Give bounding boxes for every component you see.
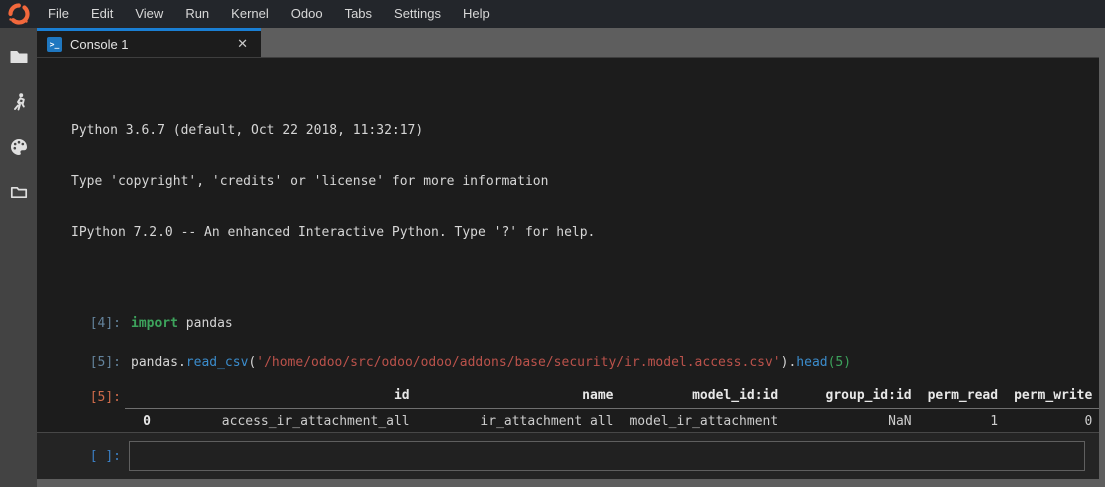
menu-tabs[interactable]: Tabs xyxy=(334,0,383,28)
col-header-group-id: group_id:id xyxy=(786,387,919,409)
menu-run[interactable]: Run xyxy=(174,0,220,28)
input-prompt: [4]: xyxy=(37,315,121,332)
dataframe-header: id name model_id:id group_id:id perm_rea… xyxy=(125,387,1099,409)
jupyterlab-window: File Edit View Run Kernel Odoo Tabs Sett… xyxy=(0,0,1105,487)
output-prompt: [5]: xyxy=(37,387,121,409)
menubar: File Edit View Run Kernel Odoo Tabs Sett… xyxy=(0,0,1105,28)
code-cell: [5]: pandas.read_csv('/home/odoo/src/odo… xyxy=(37,354,1099,371)
table-row: 0access_ir_attachment_allir_attachment a… xyxy=(125,409,1099,435)
code-line: pandas.read_csv('/home/odoo/src/odoo/odo… xyxy=(121,354,851,371)
code-token: pandas xyxy=(131,355,178,370)
menu-items: File Edit View Run Kernel Odoo Tabs Sett… xyxy=(37,0,501,28)
menu-view[interactable]: View xyxy=(124,0,174,28)
table-cell: access_ir_attachment_all xyxy=(159,409,418,435)
input-prompt: [5]: xyxy=(37,354,121,371)
col-header-model-id: model_id:id xyxy=(621,387,786,409)
console-input-cell: [ ]: xyxy=(37,432,1099,479)
menu-kernel[interactable]: Kernel xyxy=(220,0,280,28)
code-line: import pandas xyxy=(121,315,233,332)
col-header-name: name xyxy=(418,387,622,409)
console-icon: >_ xyxy=(47,37,62,52)
code-token: import xyxy=(131,316,178,331)
header-row: id name model_id:id group_id:id perm_rea… xyxy=(125,387,1099,409)
command-palette-icon[interactable] xyxy=(7,135,31,159)
table-cell: model_ir_attachment xyxy=(621,409,786,435)
code-token: pandas xyxy=(178,316,233,331)
console-input[interactable] xyxy=(129,441,1085,471)
table-cell: 1 xyxy=(920,409,1006,435)
menu-odoo[interactable]: Odoo xyxy=(280,0,334,28)
banner-line: Type 'copyright', 'credits' or 'license'… xyxy=(71,173,1099,190)
table-cell: ir_attachment all xyxy=(418,409,622,435)
banner-line: Python 3.6.7 (default, Oct 22 2018, 11:3… xyxy=(71,122,1099,139)
menu-help[interactable]: Help xyxy=(452,0,501,28)
col-header-perm-write: perm_write xyxy=(1006,387,1099,409)
menu-edit[interactable]: Edit xyxy=(80,0,124,28)
console-history: Python 3.6.7 (default, Oct 22 2018, 11:3… xyxy=(37,58,1099,479)
code-token: head xyxy=(796,355,827,370)
file-browser-icon[interactable] xyxy=(7,45,31,69)
col-header-id: id xyxy=(159,387,418,409)
active-input-prompt: [ ]: xyxy=(37,449,121,464)
kernel-banner: Python 3.6.7 (default, Oct 22 2018, 11:3… xyxy=(71,88,1099,275)
row-index: 0 xyxy=(125,409,159,435)
odoo-logo-icon xyxy=(0,0,37,28)
main-area: >_ Console 1 ✕ Python 3.6.7 (default, Oc… xyxy=(37,28,1105,487)
tab-bar: >_ Console 1 ✕ xyxy=(37,28,1105,57)
code-token: . xyxy=(178,355,186,370)
menu-settings[interactable]: Settings xyxy=(383,0,452,28)
code-token: read_csv xyxy=(186,355,249,370)
col-header-perm-read: perm_read xyxy=(920,387,1006,409)
running-sessions-icon[interactable] xyxy=(7,90,31,114)
console-panel: Python 3.6.7 (default, Oct 22 2018, 11:3… xyxy=(37,57,1099,479)
table-cell: 0 xyxy=(1006,409,1099,435)
left-sidebar xyxy=(0,28,37,487)
tab-label: Console 1 xyxy=(70,37,237,52)
banner-line: IPython 7.2.0 -- An enhanced Interactive… xyxy=(71,224,1099,241)
code-token: '/home/odoo/src/odoo/odoo/addons/base/se… xyxy=(256,355,780,370)
tab-close-icon[interactable]: ✕ xyxy=(237,36,248,52)
menu-file[interactable]: File xyxy=(37,0,80,28)
code-cell: [4]: import pandas xyxy=(37,315,1099,332)
code-token: (5) xyxy=(828,355,851,370)
open-tabs-icon[interactable] xyxy=(7,180,31,204)
tab-console-1[interactable]: >_ Console 1 ✕ xyxy=(37,28,261,57)
col-header-index xyxy=(125,387,159,409)
table-cell: NaN xyxy=(786,409,919,435)
